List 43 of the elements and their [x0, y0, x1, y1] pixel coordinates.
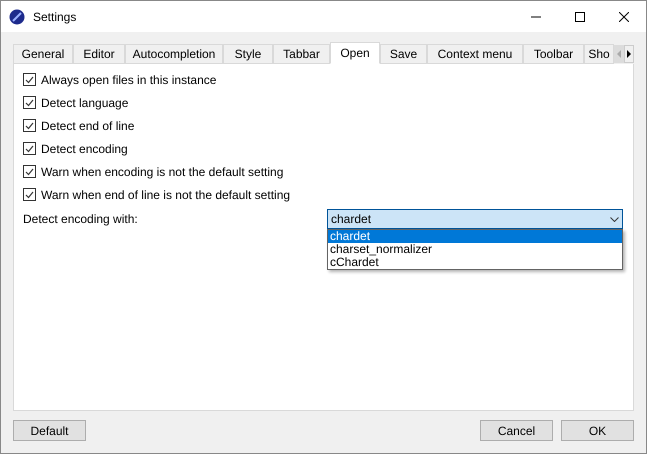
- option-label: Detect end of line: [41, 118, 134, 134]
- app-logo-icon: [9, 8, 25, 24]
- default-button[interactable]: Default: [13, 420, 86, 441]
- check-icon: [25, 168, 34, 176]
- tab[interactable]: Open: [330, 42, 380, 64]
- option-label: Detect language: [41, 94, 128, 112]
- tab[interactable]: Style: [223, 44, 273, 64]
- option-label: Warn when encoding is not the default setting: [41, 164, 284, 180]
- left-arrow-icon: [617, 50, 621, 58]
- right-arrow-icon: [627, 50, 631, 58]
- checkbox[interactable]: [23, 165, 36, 178]
- scroll-right-button[interactable]: [624, 45, 634, 63]
- dropdown-option[interactable]: cChardet: [328, 256, 622, 269]
- check-icon: [25, 98, 34, 106]
- maximize-icon[interactable]: [575, 12, 585, 22]
- dialog-button[interactable]: Cancel: [480, 420, 553, 441]
- close-icon[interactable]: [619, 12, 629, 22]
- checkbox[interactable]: [23, 119, 36, 132]
- tab[interactable]: General: [13, 44, 73, 64]
- check-icon: [25, 122, 34, 130]
- checkbox[interactable]: [23, 73, 36, 86]
- tab[interactable]: Autocompletion: [125, 44, 223, 64]
- checkbox[interactable]: [23, 96, 36, 109]
- tab[interactable]: Tabbar: [273, 44, 330, 64]
- tab[interactable]: Sho: [584, 44, 614, 64]
- tab[interactable]: Editor: [73, 44, 125, 64]
- chevron-down-icon: [610, 216, 619, 222]
- option-label: Always open files in this instance: [41, 72, 216, 88]
- dropdown-option[interactable]: charset_normalizer: [328, 243, 622, 256]
- tab[interactable]: Save: [380, 44, 427, 64]
- tab[interactable]: Toolbar: [523, 44, 584, 64]
- tab[interactable]: Context menu: [427, 44, 523, 64]
- option-label: Detect encoding: [41, 140, 128, 158]
- option-label: Warn when end of line is not the default setting: [41, 186, 290, 204]
- dialog-button[interactable]: OK: [561, 420, 634, 441]
- window-title: Settings: [33, 8, 76, 26]
- check-icon: [25, 190, 34, 198]
- checkbox[interactable]: [23, 142, 36, 155]
- dropdown-option[interactable]: chardet: [328, 230, 622, 243]
- field-label: Detect encoding with:: [23, 211, 139, 228]
- checkbox[interactable]: [23, 188, 36, 201]
- check-icon: [25, 144, 34, 152]
- check-icon: [25, 76, 34, 84]
